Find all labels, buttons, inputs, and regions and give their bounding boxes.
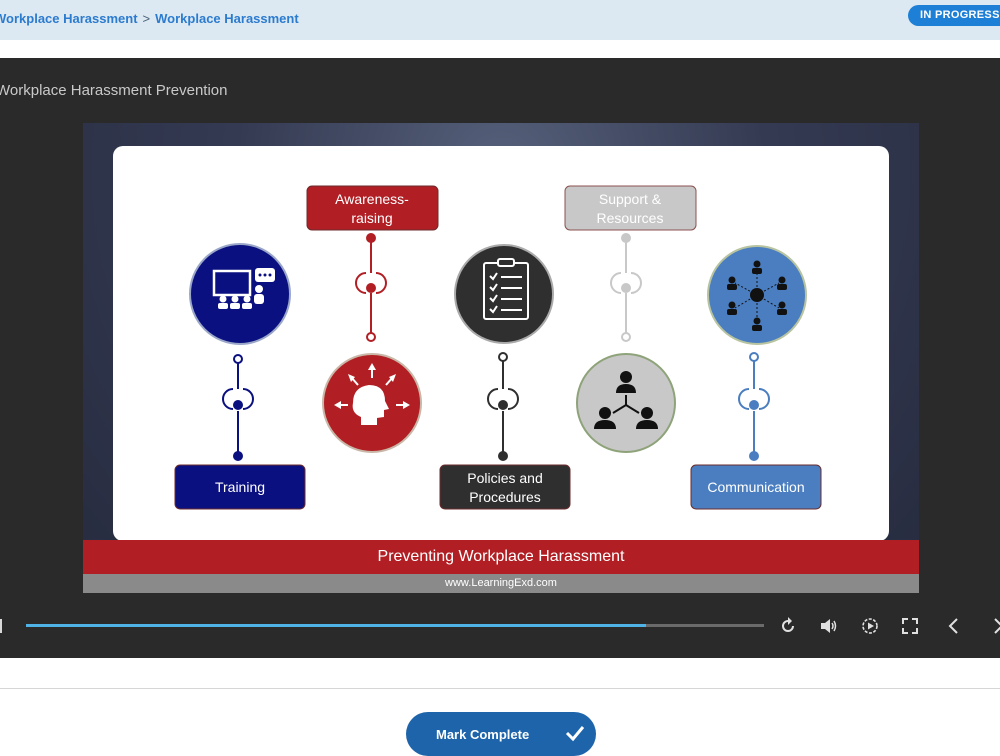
awareness-label-line2: raising	[351, 210, 392, 226]
training-connector	[222, 354, 254, 461]
communication-connector	[738, 352, 770, 461]
fullscreen-icon[interactable]	[900, 616, 920, 636]
playback-speed-icon[interactable]	[860, 616, 880, 636]
support-connector	[610, 233, 642, 342]
player-title: Workplace Harassment Prevention	[0, 82, 228, 99]
awareness-label-line1: Awareness-	[335, 191, 409, 207]
policies-label-line2: Procedures	[469, 489, 541, 505]
volume-icon[interactable]	[819, 616, 839, 636]
support-label-line1: Support &	[599, 191, 662, 207]
support-column: Support & Resources	[564, 185, 697, 453]
slide-banner: Preventing Workplace Harassment	[83, 540, 919, 574]
player-controls	[0, 608, 1000, 644]
slide-diagram: Training Awareness- raising Policies and…	[174, 185, 822, 510]
training-column: Training	[174, 243, 306, 510]
previous-icon[interactable]	[944, 616, 964, 636]
training-label: Training	[215, 479, 265, 495]
policies-label-line1: Policies and	[467, 470, 543, 486]
breadcrumb: Workplace Harassment > Workplace Harassmen…	[0, 11, 299, 26]
mark-complete-button[interactable]: Mark Complete	[406, 712, 596, 756]
support-label-line2: Resources	[597, 210, 664, 226]
checkmark-icon	[565, 726, 585, 742]
mark-complete-label: Mark Complete	[436, 726, 530, 742]
breadcrumb-separator: >	[142, 11, 151, 26]
status-badge: IN PROGRESS	[908, 5, 1000, 26]
slide-frame[interactable]: Training Awareness- raising Policies and…	[83, 123, 919, 593]
next-icon[interactable]	[990, 616, 1000, 636]
awareness-connector	[355, 233, 387, 342]
communication-column: Communication	[690, 245, 822, 510]
progress-fill	[26, 624, 646, 627]
pause-icon[interactable]	[0, 619, 2, 633]
policies-connector	[487, 352, 519, 461]
breadcrumb-item-course[interactable]: Workplace Harassment	[0, 11, 138, 26]
progress-bar[interactable]	[26, 624, 764, 627]
top-bar: Workplace Harassment > Workplace Harassmen…	[0, 0, 1000, 40]
slide-website: www.LearningExd.com	[83, 574, 919, 593]
breadcrumb-item-lesson[interactable]: Workplace Harassment	[155, 11, 299, 26]
video-player: Workplace Harassment Prevention Training…	[0, 58, 1000, 658]
policies-column: Policies and Procedures	[439, 244, 571, 510]
communication-label: Communication	[707, 479, 804, 495]
awareness-column: Awareness- raising	[306, 185, 439, 453]
divider	[0, 688, 1000, 689]
replay-icon[interactable]	[778, 616, 798, 636]
